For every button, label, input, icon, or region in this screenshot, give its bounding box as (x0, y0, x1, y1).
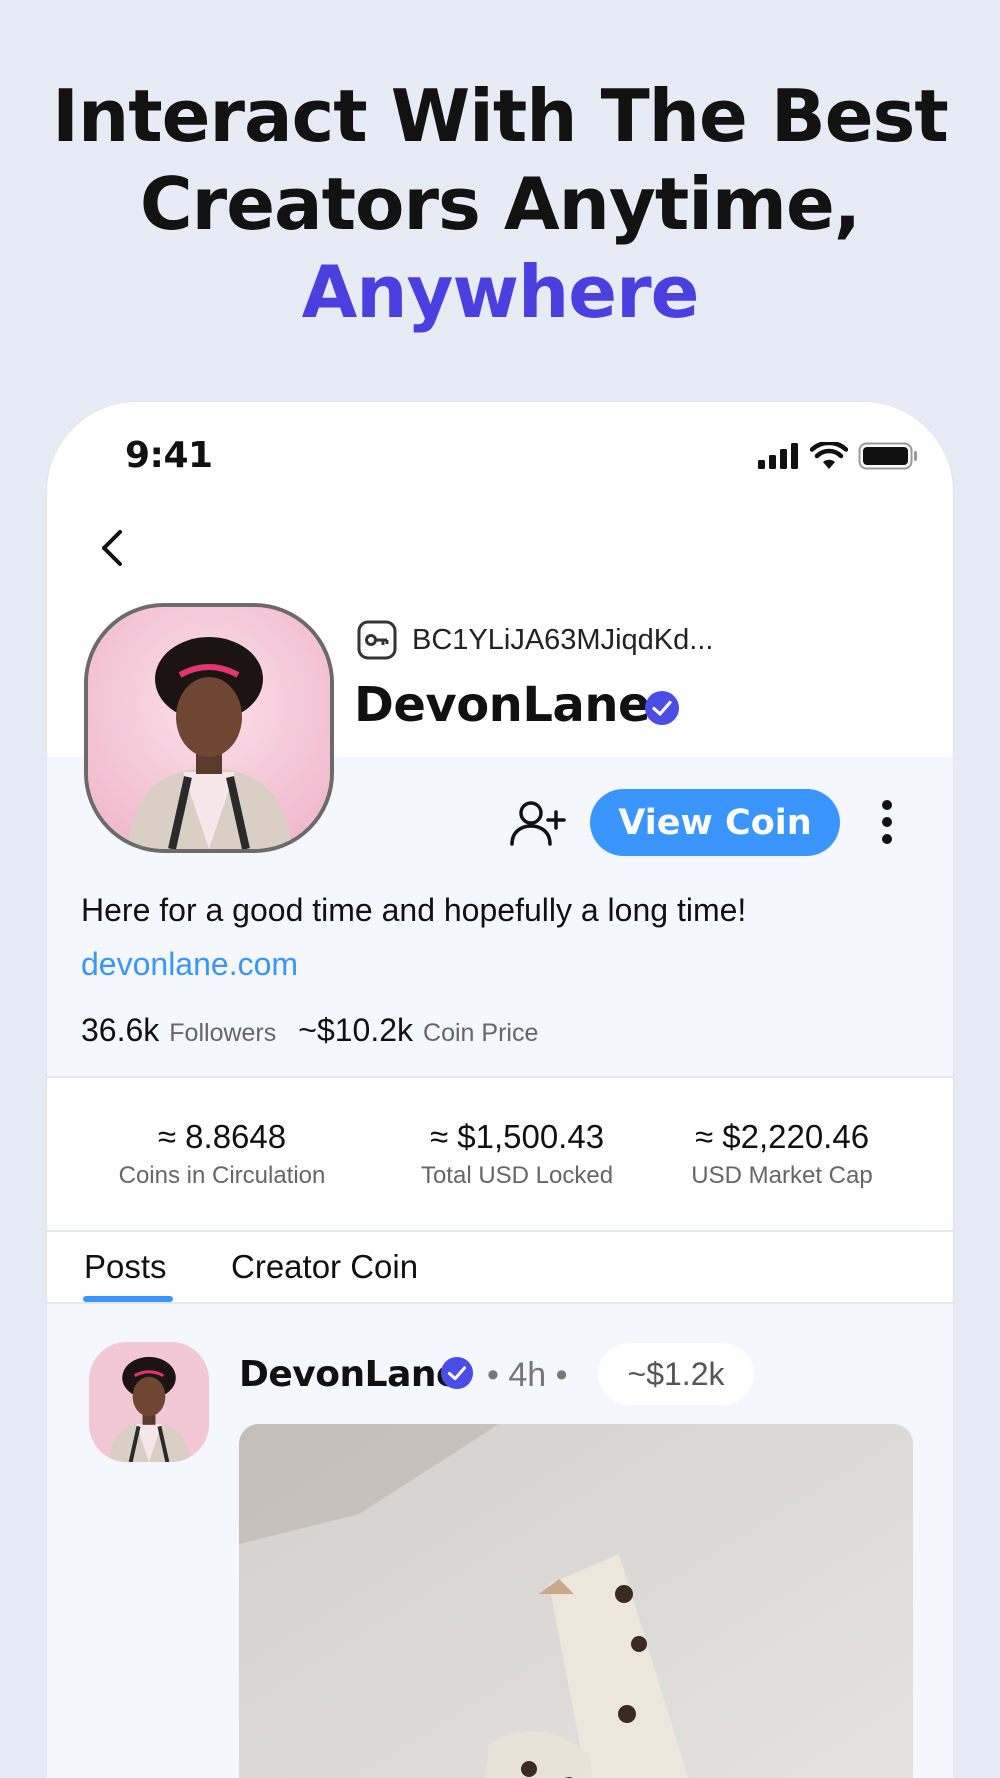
post-image[interactable] (239, 1424, 913, 1778)
profile-tabs: Posts Creator Coin (47, 1230, 953, 1304)
chevron-left-icon (102, 530, 122, 566)
profile-avatar (84, 603, 334, 853)
metric-label: USD Market Cap (691, 1162, 873, 1189)
coin-price-value: ~$10.2k (298, 1012, 414, 1048)
profile-link[interactable]: devonlane.com (81, 946, 298, 983)
metric-label: Coins in Circulation (118, 1162, 326, 1189)
post-avatar[interactable] (89, 1342, 209, 1462)
tab-posts[interactable]: Posts (84, 1248, 167, 1286)
phone-frame: 9:41 BC1YLiJA63MJiqdKd... DevonLane View… (47, 402, 953, 1778)
verified-badge-icon (440, 1356, 474, 1390)
headline-line1: Interact With The Best (52, 74, 949, 158)
profile-stats: 36.6k Followers ~$10.2k Coin Price (81, 1012, 560, 1049)
metric-label: Total USD Locked (420, 1162, 614, 1189)
wifi-icon (810, 442, 848, 469)
key-icon (357, 620, 397, 660)
headline-accent: Anywhere (301, 250, 700, 334)
status-icons (758, 442, 918, 470)
metric-market-cap: ≈ $2,220.46 USD Market Cap (667, 1118, 897, 1190)
metric-value: ≈ $1,500.43 (429, 1118, 605, 1155)
status-time: 9:41 (125, 435, 213, 476)
profile-username: DevonLane (354, 677, 651, 733)
battery-icon (858, 442, 917, 470)
post-price-pill[interactable]: ~$1.2k (598, 1343, 754, 1405)
active-tab-indicator (83, 1296, 173, 1302)
follow-user-icon[interactable] (509, 798, 567, 848)
back-button[interactable] (89, 520, 133, 576)
followers-label: Followers (169, 1019, 277, 1047)
post-username[interactable]: DevonLane (239, 1354, 460, 1395)
metric-value: ≈ 8.8648 (157, 1118, 287, 1155)
metric-circulation: ≈ 8.8648 Coins in Circulation (107, 1118, 337, 1190)
metric-usd-locked: ≈ $1,500.43 Total USD Locked (402, 1118, 632, 1190)
coin-metrics: ≈ 8.8648 Coins in Circulation ≈ $1,500.4… (47, 1078, 953, 1230)
metric-value: ≈ $2,220.46 (694, 1118, 870, 1155)
verified-badge-icon (645, 691, 679, 725)
view-coin-button[interactable]: View Coin (590, 789, 840, 856)
tab-creator-coin[interactable]: Creator Coin (231, 1248, 418, 1286)
coin-price-label: Coin Price (423, 1019, 539, 1047)
more-options-icon[interactable] (877, 799, 897, 845)
wallet-key: BC1YLiJA63MJiqdKd... (412, 624, 714, 656)
headline-line2: Creators Anytime, (139, 162, 861, 246)
followers-count: 36.6k (81, 1012, 160, 1048)
profile-bio: Here for a good time and hopefully a lon… (81, 892, 747, 928)
cellular-signal-icon (758, 443, 798, 469)
post-time: • 4h • (487, 1356, 568, 1394)
headline: Interact With The Best Creators Anytime,… (0, 72, 1000, 336)
